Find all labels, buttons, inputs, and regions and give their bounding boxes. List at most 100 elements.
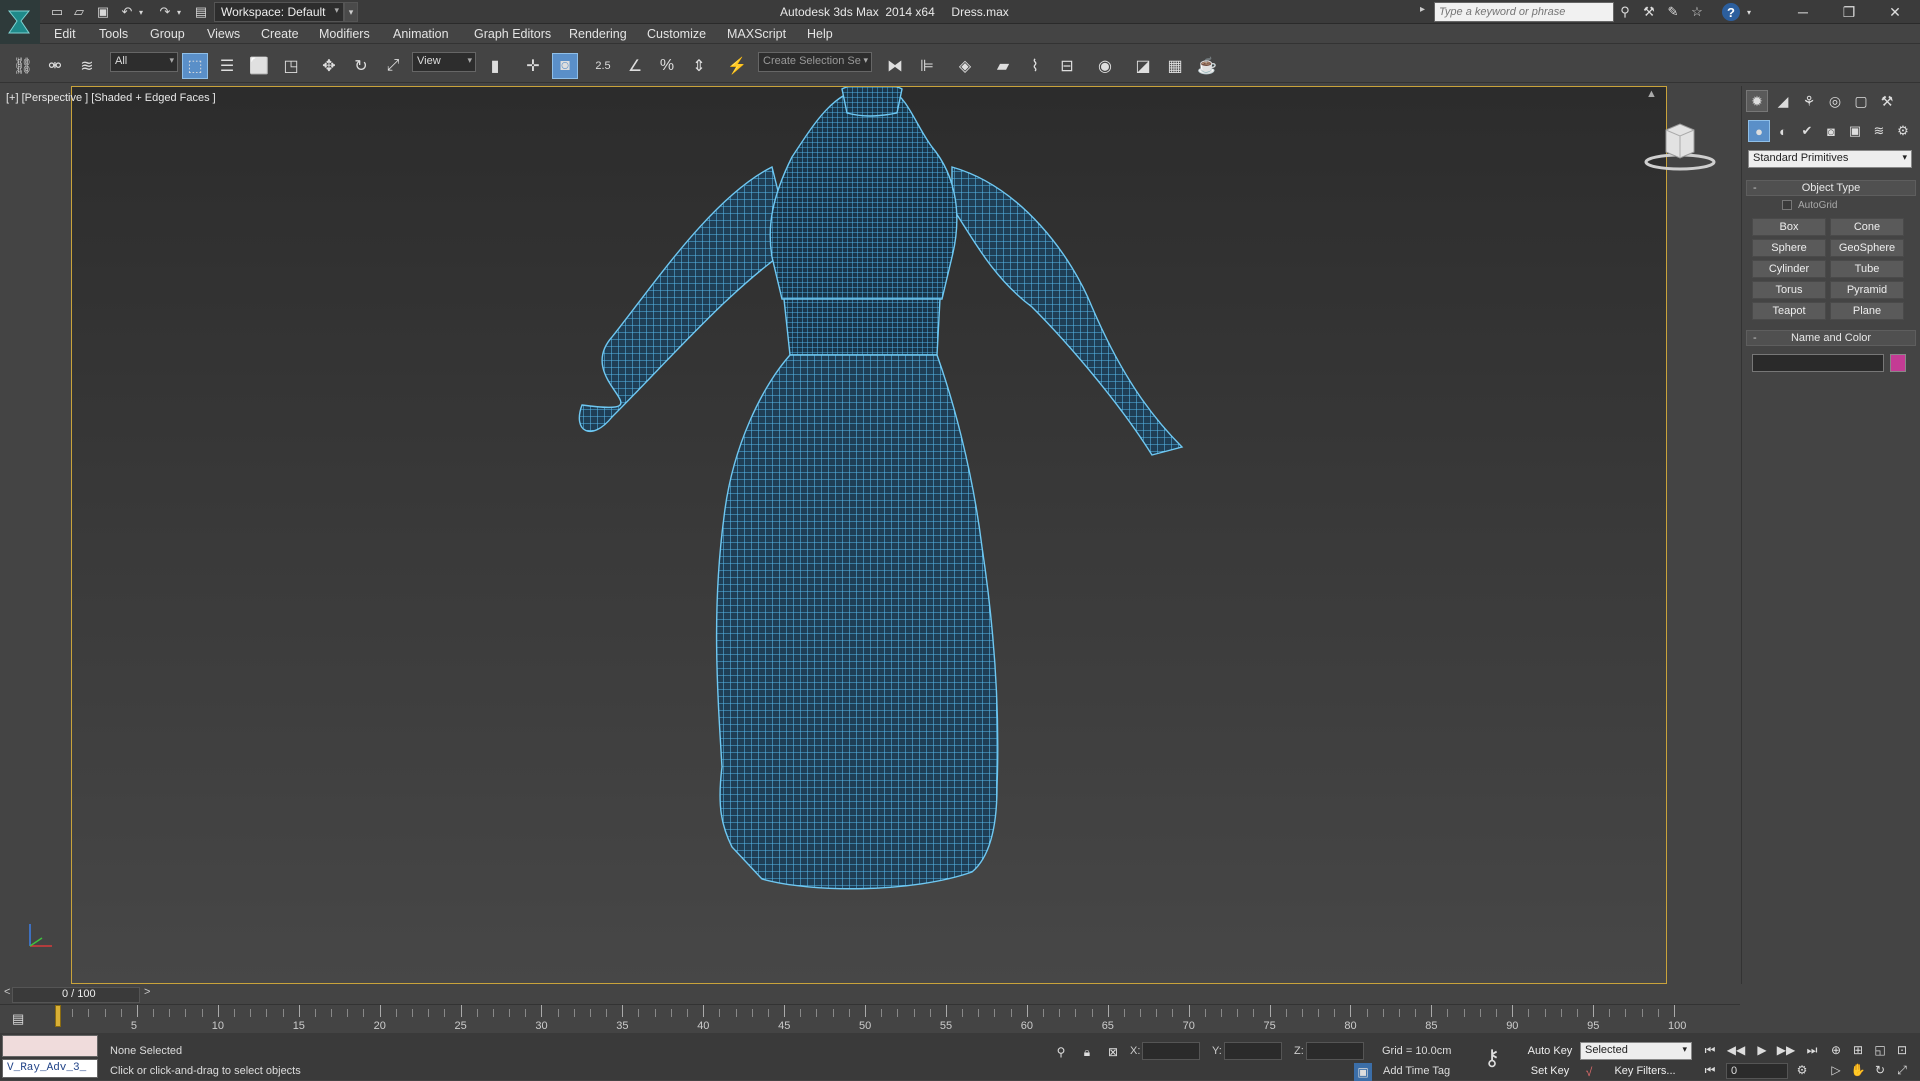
selection-lock-icon[interactable]: 🔒︎: [1078, 1043, 1096, 1061]
schematic-view-icon[interactable]: ⊟: [1054, 53, 1080, 79]
cameras-category-icon[interactable]: ◙: [1820, 120, 1842, 142]
maximize-viewport-icon[interactable]: ⤢: [1892, 1061, 1912, 1079]
select-and-move-icon[interactable]: ✥: [316, 53, 342, 79]
key-filters-button[interactable]: Key Filters...: [1598, 1063, 1692, 1079]
previous-frame-icon[interactable]: ◀◀: [1726, 1041, 1746, 1059]
key-mode-dropdown[interactable]: Selected ▾: [1580, 1042, 1692, 1060]
pan-view-icon[interactable]: ✋: [1848, 1061, 1868, 1079]
select-and-link-icon[interactable]: ⛓: [10, 53, 36, 79]
communication-icon[interactable]: ✎: [1664, 3, 1682, 21]
current-frame-field[interactable]: [1726, 1063, 1788, 1079]
menu-tools[interactable]: Tools: [99, 27, 128, 41]
viewcube[interactable]: [1640, 118, 1720, 174]
layer-manager-icon[interactable]: ◈: [952, 53, 978, 79]
create-tab-icon[interactable]: ✹: [1746, 90, 1768, 112]
rectangular-selection-icon[interactable]: ⬜: [246, 53, 272, 79]
select-object-icon[interactable]: ⬚: [182, 53, 208, 79]
mirror-icon[interactable]: ⧓: [882, 53, 908, 79]
display-tab-icon[interactable]: ▢: [1850, 90, 1872, 112]
redo-dropdown-icon[interactable]: ▾: [170, 3, 188, 21]
select-and-scale-icon[interactable]: ⤢: [380, 53, 406, 79]
primitive-category-dropdown[interactable]: Standard Primitives ▾: [1748, 150, 1912, 168]
search-input[interactable]: [1434, 2, 1614, 22]
menu-animation[interactable]: Animation: [393, 27, 449, 41]
autogrid-checkbox[interactable]: AutoGrid: [1782, 200, 1837, 211]
key-mode-toggle-icon[interactable]: ⏮: [1700, 1061, 1720, 1079]
graphite-modeling-icon[interactable]: ▰: [990, 53, 1016, 79]
play-icon[interactable]: ▶: [1752, 1041, 1772, 1059]
add-time-tag[interactable]: Add Time Tag: [1383, 1065, 1450, 1077]
workspace-dropdown[interactable]: Workspace: Default ▾: [214, 2, 344, 22]
z-coord-field[interactable]: [1306, 1042, 1364, 1060]
percent-snap-icon[interactable]: %: [654, 53, 680, 79]
cone-button[interactable]: Cone: [1830, 218, 1904, 236]
pyramid-button[interactable]: Pyramid: [1830, 281, 1904, 299]
select-and-rotate-icon[interactable]: ↻: [348, 53, 374, 79]
favorites-star-icon[interactable]: ☆: [1688, 3, 1706, 21]
maximize-button[interactable]: ❐: [1826, 0, 1872, 24]
time-tag-icon[interactable]: ▣: [1354, 1063, 1372, 1081]
bind-to-space-warp-icon[interactable]: ≋: [74, 53, 100, 79]
edit-named-selection-icon[interactable]: ⚡: [724, 53, 750, 79]
open-file-icon[interactable]: ▱: [70, 3, 88, 21]
x-coord-field[interactable]: [1142, 1042, 1200, 1060]
object-color-swatch[interactable]: [1890, 354, 1906, 372]
name-and-color-rollout-header[interactable]: - Name and Color: [1746, 330, 1916, 346]
help-dropdown-icon[interactable]: ▾: [1740, 3, 1758, 21]
object-name-field[interactable]: [1752, 354, 1884, 372]
y-coord-field[interactable]: [1224, 1042, 1282, 1060]
time-slider-prev[interactable]: <: [4, 986, 10, 998]
use-pivot-center-icon[interactable]: ▮: [482, 53, 508, 79]
maxscript-mini-listener[interactable]: [2, 1035, 98, 1057]
menu-create[interactable]: Create: [261, 27, 299, 41]
menu-maxscript[interactable]: MAXScript: [727, 27, 786, 41]
dress-wireframe-mesh[interactable]: [72, 83, 1668, 985]
select-and-manipulate-icon[interactable]: ✛: [520, 53, 546, 79]
named-selection-set-dropdown[interactable]: Create Selection Se ▾: [758, 52, 872, 72]
go-to-start-icon[interactable]: ⏮: [1700, 1041, 1720, 1059]
isolate-selection-icon[interactable]: ⚲: [1052, 1043, 1070, 1061]
minimize-button[interactable]: ─: [1780, 0, 1826, 24]
align-icon[interactable]: ⊫: [914, 53, 940, 79]
geosphere-button[interactable]: GeoSphere: [1830, 239, 1904, 257]
current-time-marker[interactable]: [55, 1005, 61, 1027]
tube-button[interactable]: Tube: [1830, 260, 1904, 278]
unlink-selection-icon[interactable]: ⚮: [42, 53, 68, 79]
lights-category-icon[interactable]: ✔: [1796, 120, 1818, 142]
box-button[interactable]: Box: [1752, 218, 1826, 236]
snaps-toggle-icon[interactable]: 2.5: [590, 53, 616, 79]
select-by-name-icon[interactable]: ☰: [214, 53, 240, 79]
zoom-extents-all-icon[interactable]: ⊡: [1892, 1041, 1912, 1059]
shapes-category-icon[interactable]: ◐: [1772, 120, 1794, 142]
space-warps-category-icon[interactable]: ≋: [1868, 120, 1890, 142]
curve-editor-icon[interactable]: ⌇: [1022, 53, 1048, 79]
menu-rendering[interactable]: Rendering: [569, 27, 627, 41]
systems-category-icon[interactable]: ⚙: [1892, 120, 1914, 142]
spinner-snap-icon[interactable]: ⇕: [686, 53, 712, 79]
save-file-icon[interactable]: ▣: [94, 3, 112, 21]
zoom-extents-icon[interactable]: ◱: [1870, 1041, 1890, 1059]
reference-coordinate-dropdown[interactable]: View ▾: [412, 52, 476, 72]
default-in-out-tangent-icon[interactable]: √: [1580, 1063, 1598, 1081]
motion-tab-icon[interactable]: ◎: [1824, 90, 1846, 112]
time-configuration-icon[interactable]: ⚙: [1792, 1061, 1812, 1079]
set-key-mode-icon[interactable]: ⚷: [1484, 1045, 1500, 1071]
binoculars-icon[interactable]: ⚲: [1616, 3, 1634, 21]
close-button[interactable]: ✕: [1872, 0, 1918, 24]
cylinder-button[interactable]: Cylinder: [1752, 260, 1826, 278]
torus-button[interactable]: Torus: [1752, 281, 1826, 299]
menu-help[interactable]: Help: [807, 27, 833, 41]
helpers-category-icon[interactable]: ▣: [1844, 120, 1866, 142]
hierarchy-tab-icon[interactable]: ⚘: [1798, 90, 1820, 112]
rendered-frame-window-icon[interactable]: ▦: [1162, 53, 1188, 79]
next-frame-icon[interactable]: ▶▶: [1776, 1041, 1796, 1059]
menu-edit[interactable]: Edit: [54, 27, 76, 41]
set-key-button[interactable]: Set Key: [1524, 1063, 1576, 1079]
menu-customize[interactable]: Customize: [647, 27, 706, 41]
zoom-all-icon[interactable]: ⊞: [1848, 1041, 1868, 1059]
time-slider[interactable]: < 0 / 100 >: [0, 986, 1740, 1004]
render-production-icon[interactable]: ☕: [1194, 53, 1220, 79]
zoom-icon[interactable]: ⊕: [1826, 1041, 1846, 1059]
menu-group[interactable]: Group: [150, 27, 185, 41]
viewport-lock-icon[interactable]: ▲: [1646, 88, 1657, 100]
